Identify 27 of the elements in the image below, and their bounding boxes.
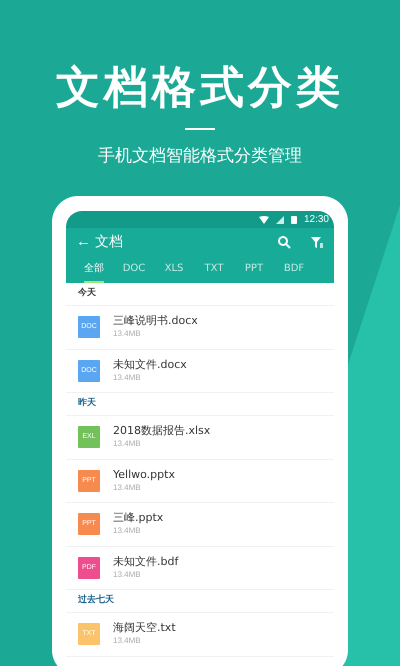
section-header: 今天 [78,287,96,300]
file-size: 13.4MB [113,635,142,648]
file-name: 海阔天空.txt [113,621,176,636]
file-name: 未知文件.bdf [113,554,178,569]
file-size: 13.4MB [113,525,142,538]
file-name: Yellwo.pptx [113,468,175,482]
search-icon[interactable] [278,236,291,248]
file-size: 13.4MB [113,438,142,450]
signal-icon [276,216,284,224]
file-name: 三峰说明书.docx [113,314,198,328]
app-title: 文档 [95,232,123,252]
divider-line [185,128,215,130]
battery-icon [290,215,297,224]
file-size: 13.4MB [113,372,142,384]
status-time: 12:30 [304,213,329,227]
file-name: 未知文件.docx [113,358,187,372]
wifi-icon [258,216,269,224]
file-size: 13.4MB [113,482,142,494]
section-header: 昨天 [78,397,96,410]
file-size: 13.4MB [113,568,142,581]
section-header: 过去七天 [78,594,114,608]
subtitle: 手机文档智能格式分类管理 [98,145,302,168]
filter-icon[interactable] [311,236,324,248]
headline: 文档格式分类 [56,61,344,115]
file-name: 2018数据报告.xlsx [113,424,210,438]
file-size: 13.4MB [113,328,142,340]
file-name: 三峰.pptx [113,511,164,526]
